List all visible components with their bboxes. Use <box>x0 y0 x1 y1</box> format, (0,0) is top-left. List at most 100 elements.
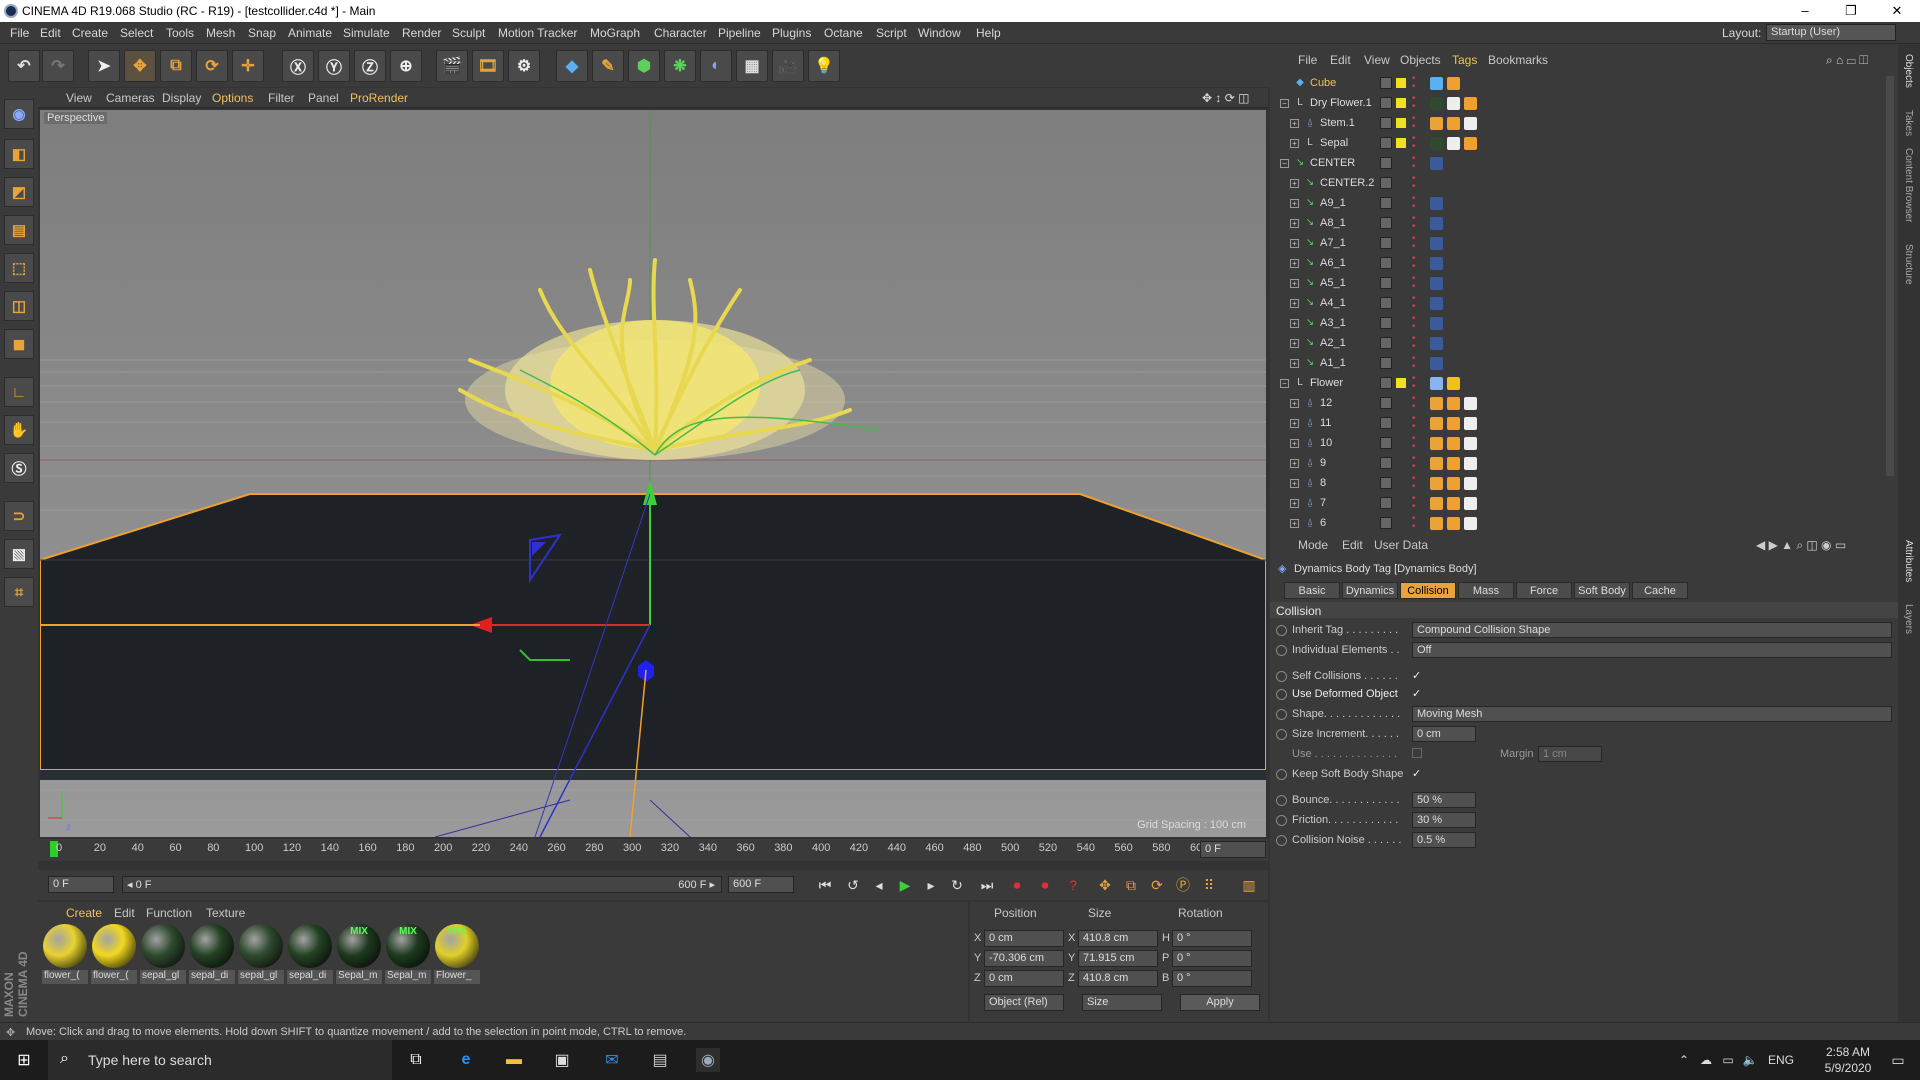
expand-toggle-icon[interactable]: + <box>1290 339 1299 348</box>
key-rotation-icon[interactable]: ⟳ <box>1146 874 1168 896</box>
object-tag-icon[interactable] <box>1464 117 1477 130</box>
object-tag-icon[interactable] <box>1447 117 1460 130</box>
visibility-dots-icon[interactable]: • • <box>1412 234 1416 252</box>
menu-tools[interactable]: Tools <box>166 26 194 40</box>
display-color-swatch[interactable] <box>1396 378 1406 388</box>
object-tag-icon[interactable] <box>1464 517 1477 530</box>
anim-dot[interactable] <box>1276 835 1287 846</box>
object-name[interactable]: CENTER.2 <box>1320 177 1374 189</box>
rot-b-field[interactable]: 0 ° <box>1172 970 1252 987</box>
anim-dot[interactable] <box>1276 815 1287 826</box>
object-tag-icon[interactable] <box>1447 457 1460 470</box>
tab-soft-body[interactable]: Soft Body <box>1574 582 1630 599</box>
object-row[interactable]: + ⍙ 10 • • <box>1270 434 1890 454</box>
object-tag-icon[interactable] <box>1430 77 1443 90</box>
undo-icon[interactable]: ↶ <box>8 50 40 82</box>
pos-z-field[interactable]: 0 cm <box>984 970 1064 987</box>
expand-toggle-icon[interactable]: + <box>1290 479 1299 488</box>
menu-help[interactable]: Help <box>976 26 1001 40</box>
menu-animate[interactable]: Animate <box>288 26 332 40</box>
object-tag-icon[interactable] <box>1430 257 1443 270</box>
tab-cache[interactable]: Cache <box>1632 582 1688 599</box>
object-tag-icon[interactable] <box>1447 477 1460 490</box>
bounce-field[interactable]: 50 % <box>1412 792 1476 808</box>
preview-range-slider[interactable]: ◂ 0 F 600 F ▸ <box>122 876 722 893</box>
layer-edit-icon[interactable] <box>1380 177 1392 189</box>
display-color-swatch[interactable] <box>1396 78 1406 88</box>
layer-edit-icon[interactable] <box>1380 157 1392 169</box>
menu-mesh[interactable]: Mesh <box>206 26 235 40</box>
keep-soft-checkbox[interactable]: ✓ <box>1412 768 1424 780</box>
friction-field[interactable]: 30 % <box>1412 812 1476 828</box>
minimize-button[interactable]: – <box>1782 0 1828 22</box>
texture-mode-icon[interactable]: ◩ <box>4 177 34 207</box>
object-row[interactable]: + ⍙ 12 • • <box>1270 394 1890 414</box>
vp-menu-display[interactable]: Display <box>162 91 201 105</box>
object-name[interactable]: Cube <box>1310 77 1336 89</box>
rot-p-field[interactable]: 0 ° <box>1172 950 1252 967</box>
object-row[interactable]: + ↘ A7_1 • • <box>1270 234 1890 254</box>
visibility-dots-icon[interactable]: • • <box>1412 214 1416 232</box>
object-tag-icon[interactable] <box>1464 397 1477 410</box>
object-name[interactable]: A5_1 <box>1320 277 1346 289</box>
menu-select[interactable]: Select <box>120 26 153 40</box>
tab-force[interactable]: Force <box>1516 582 1572 599</box>
attr-nav-icons[interactable]: ◀ ▶ ▲ ⌕ ◫ ◉ ▭ <box>1756 538 1846 553</box>
visibility-dots-icon[interactable]: • • <box>1412 394 1416 412</box>
material-swatch[interactable]: sepal_gl <box>140 924 186 986</box>
object-tag-icon[interactable] <box>1464 497 1477 510</box>
shape-select[interactable]: Moving Mesh <box>1412 706 1892 722</box>
object-tag-icon[interactable] <box>1430 437 1443 450</box>
mat-menu-create[interactable]: Create <box>66 906 102 920</box>
tray-chevron-icon[interactable]: ⌃ <box>1672 1048 1696 1072</box>
menu-file[interactable]: File <box>10 26 29 40</box>
inherit-tag-select[interactable]: Compound Collision Shape <box>1412 622 1892 638</box>
vp-menu-options[interactable]: Options <box>212 91 253 105</box>
transform-tool-icon[interactable]: ✛ <box>232 50 264 82</box>
visibility-dots-icon[interactable]: • • <box>1412 194 1416 212</box>
object-name[interactable]: 6 <box>1320 517 1326 529</box>
menu-edit[interactable]: Edit <box>40 26 61 40</box>
visibility-dots-icon[interactable]: • • <box>1412 434 1416 452</box>
expand-toggle-icon[interactable]: + <box>1290 199 1299 208</box>
object-tag-icon[interactable] <box>1430 217 1443 230</box>
layer-edit-icon[interactable] <box>1380 417 1392 429</box>
render-picture-viewer-icon[interactable]: 🎞 <box>472 50 504 82</box>
visibility-dots-icon[interactable]: • • <box>1412 114 1416 132</box>
volume-icon[interactable]: 🔈 <box>1738 1048 1762 1072</box>
visibility-dots-icon[interactable]: • • <box>1412 134 1416 152</box>
clock-time[interactable]: 2:58 AM <box>1818 1045 1878 1059</box>
z-axis-lock-icon[interactable]: Ⓩ <box>354 50 386 82</box>
size-x-field[interactable]: 410.8 cm <box>1078 930 1158 947</box>
visibility-dots-icon[interactable]: • • <box>1412 74 1416 92</box>
tab-dynamics[interactable]: Dynamics <box>1342 582 1398 599</box>
object-tag-icon[interactable] <box>1447 377 1460 390</box>
model-mode-icon[interactable]: ◧ <box>4 139 34 169</box>
visibility-dots-icon[interactable]: • • <box>1412 274 1416 292</box>
rot-h-field[interactable]: 0 ° <box>1172 930 1252 947</box>
visibility-dots-icon[interactable]: • • <box>1412 254 1416 272</box>
visibility-dots-icon[interactable]: • • <box>1412 354 1416 372</box>
keyframe-selection-icon[interactable]: ? <box>1062 874 1084 896</box>
anim-dot[interactable] <box>1276 729 1287 740</box>
object-tag-icon[interactable] <box>1430 117 1443 130</box>
object-tag-icon[interactable] <box>1464 437 1477 450</box>
store-icon[interactable]: ▣ <box>550 1048 574 1072</box>
object-tag-icon[interactable] <box>1447 417 1460 430</box>
object-tag-icon[interactable] <box>1464 137 1477 150</box>
object-tag-icon[interactable] <box>1464 417 1477 430</box>
expand-toggle-icon[interactable]: + <box>1290 259 1299 268</box>
vp-menu-prorender[interactable]: ProRender <box>350 91 408 105</box>
language-indicator[interactable]: ENG <box>1768 1053 1794 1067</box>
pos-y-field[interactable]: -70.306 cm <box>984 950 1064 967</box>
display-color-swatch[interactable] <box>1396 118 1406 128</box>
prev-key-icon[interactable]: ↺ <box>842 874 864 896</box>
network-icon[interactable]: ▭ <box>1716 1048 1740 1072</box>
pos-x-field[interactable]: 0 cm <box>984 930 1064 947</box>
taskbar-search-box[interactable]: ⌕ Type here to search <box>48 1040 392 1080</box>
next-key-icon[interactable]: ↻ <box>946 874 968 896</box>
expand-toggle-icon[interactable]: + <box>1290 419 1299 428</box>
object-name[interactable]: Sepal <box>1320 137 1348 149</box>
menu-create[interactable]: Create <box>72 26 108 40</box>
margin-field[interactable]: 1 cm <box>1538 746 1602 762</box>
